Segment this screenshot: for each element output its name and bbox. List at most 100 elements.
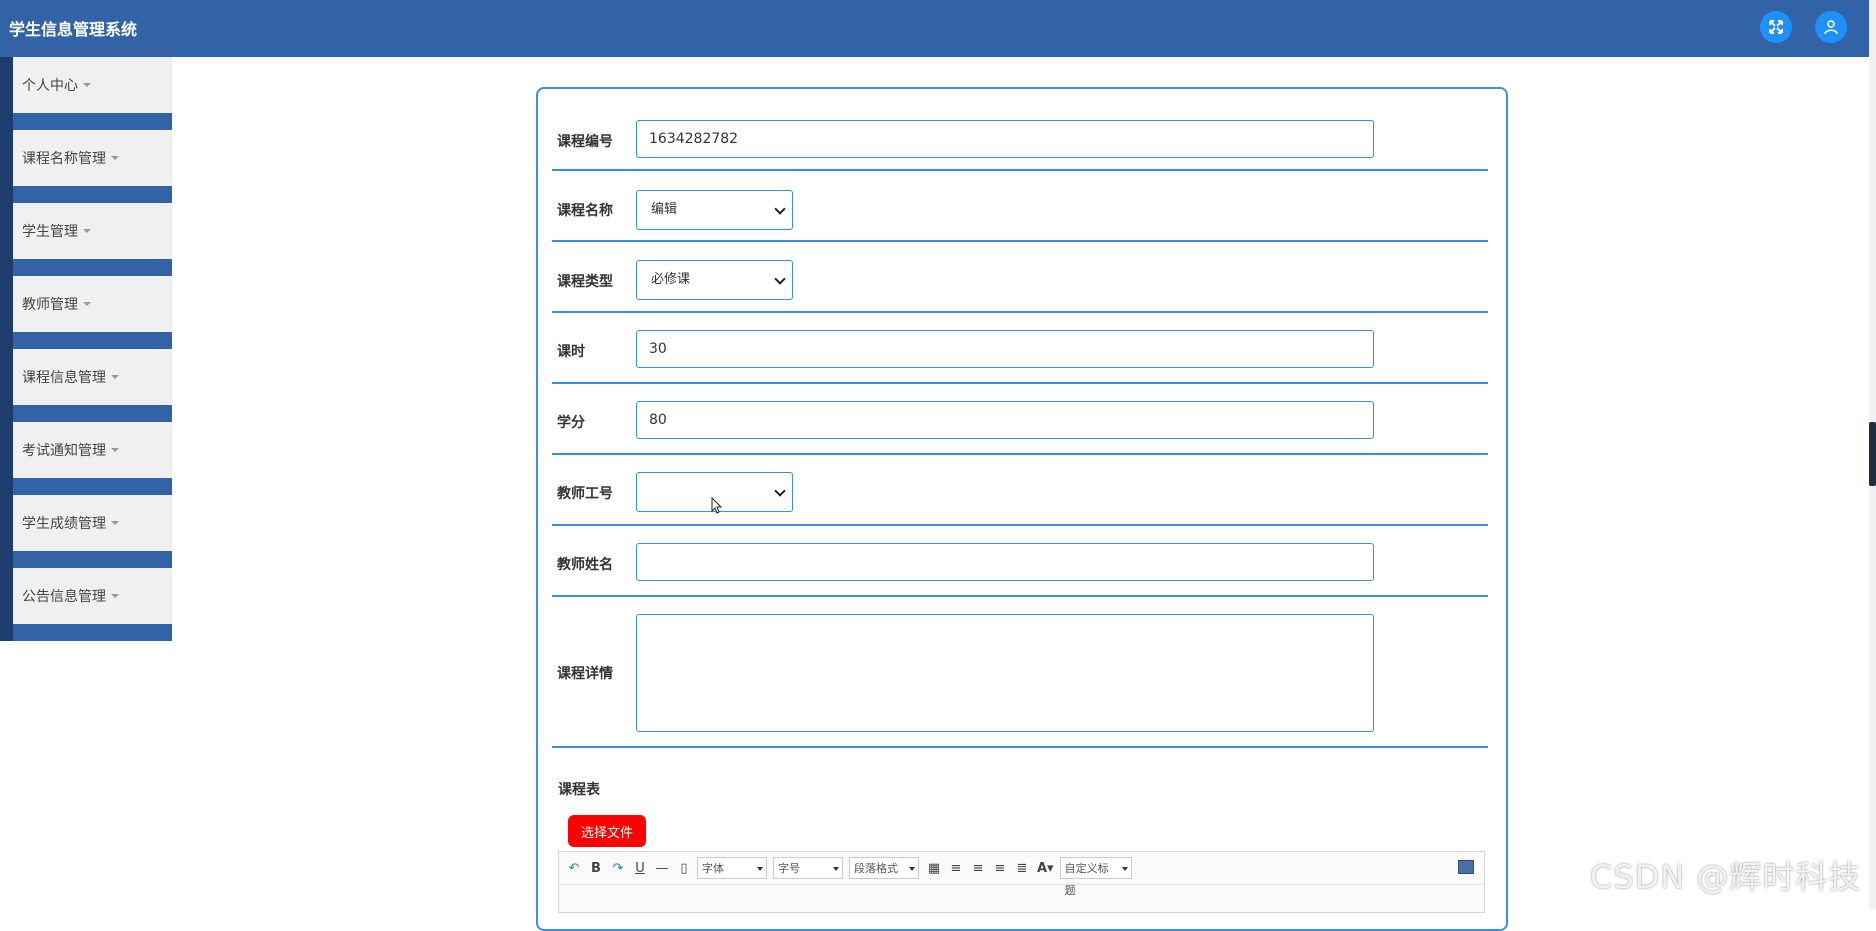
preview-icon[interactable]	[1458, 860, 1474, 874]
hours-label: 课时	[557, 344, 585, 360]
course-no-label: 课程编号	[557, 134, 613, 150]
course-no-input[interactable]: 1634282782	[636, 120, 1374, 158]
scrollbar-thumb[interactable]	[1869, 422, 1876, 486]
hours-input[interactable]: 30	[636, 330, 1374, 368]
sidebar-item-personal-center[interactable]: 个人中心	[0, 57, 172, 130]
form-row-detail: 课程详情	[552, 597, 1488, 748]
sidebar-stripe	[0, 276, 13, 349]
sidebar-item-course-name[interactable]: 课程名称管理	[0, 130, 172, 203]
teacher-no-label: 教师工号	[557, 486, 613, 502]
align-left-icon[interactable]: ≡	[949, 861, 963, 876]
editor-toolbar: ↶ B ↷ U — ▯ 字体 字号 段落格式 ▦ ≡ ≡ ≡ ≣ A▾ 自定义标…	[559, 852, 1484, 897]
font-color-icon[interactable]: A▾	[1037, 861, 1054, 876]
table-icon[interactable]: ▦	[927, 861, 941, 876]
mouse-cursor-icon	[711, 497, 723, 514]
font-select[interactable]: 字体	[697, 857, 767, 879]
sidebar-item-face: 课程信息管理	[13, 349, 172, 405]
sidebar-item-grades[interactable]: 学生成绩管理	[0, 495, 172, 568]
caret-down-icon	[111, 594, 119, 598]
sidebar: 个人中心 课程名称管理 学生管理 教师管理 课程信息管理 考试通知管理 学生成绩…	[0, 57, 172, 641]
caret-down-icon	[83, 83, 91, 87]
sidebar-stripe	[0, 349, 13, 422]
sidebar-item-face: 学生成绩管理	[13, 495, 172, 551]
detail-label: 课程详情	[557, 666, 613, 682]
form-row-course-name: 课程名称 编辑	[552, 171, 1488, 242]
undo-icon[interactable]: ↶	[567, 861, 581, 876]
course-name-selected: 编辑	[651, 202, 678, 217]
sidebar-item-face: 个人中心	[13, 57, 172, 113]
caret-down-icon	[111, 375, 119, 379]
sidebar-stripe	[0, 495, 13, 568]
form-row-teacher-no: 教师工号	[552, 455, 1488, 526]
sidebar-item-course-info[interactable]: 课程信息管理	[0, 349, 172, 422]
sidebar-item-teachers[interactable]: 教师管理	[0, 276, 172, 349]
course-name-select[interactable]: 编辑	[636, 190, 793, 230]
redo-icon[interactable]: ↷	[611, 861, 625, 876]
custom-title-select[interactable]: 自定义标题	[1059, 857, 1132, 897]
course-type-label: 课程类型	[557, 274, 613, 290]
caret-down-icon	[111, 156, 119, 160]
user-icon	[1824, 20, 1838, 35]
sidebar-item-label: 个人中心	[22, 78, 78, 94]
fullscreen-button[interactable]	[1760, 11, 1792, 43]
rich-text-editor[interactable]: ↶ B ↷ U — ▯ 字体 字号 段落格式 ▦ ≡ ≡ ≡ ≣ A▾ 自定义标…	[558, 851, 1485, 913]
align-center-icon[interactable]: ≡	[993, 861, 1007, 876]
sidebar-item-face: 教师管理	[13, 276, 172, 332]
caret-down-icon	[83, 229, 91, 233]
caret-down-icon	[111, 521, 119, 525]
sidebar-stripe	[0, 203, 13, 276]
chevron-down-icon	[774, 273, 786, 285]
watermark: CSDN @辉时科技	[1590, 858, 1862, 896]
course-type-select[interactable]: 必修课	[636, 260, 793, 300]
sidebar-item-exam-notice[interactable]: 考试通知管理	[0, 422, 172, 495]
document-icon[interactable]: ▯	[677, 861, 691, 876]
form-row-course-no: 课程编号 1634282782	[552, 89, 1488, 171]
underline-icon[interactable]: U	[633, 861, 647, 876]
schedule-label: 课程表	[558, 782, 600, 798]
sidebar-stripe	[0, 57, 13, 130]
teacher-name-input[interactable]	[636, 543, 1374, 581]
app-title: 学生信息管理系统	[9, 20, 138, 39]
expand-icon	[1769, 20, 1783, 34]
align-justify-icon[interactable]: ≣	[1015, 861, 1029, 876]
align-right-icon[interactable]: ≡	[971, 861, 985, 876]
sidebar-item-label: 公告信息管理	[22, 589, 106, 605]
chevron-down-icon	[774, 485, 786, 497]
form-row-course-type: 课程类型 必修课	[552, 242, 1488, 313]
size-select[interactable]: 字号	[773, 857, 843, 879]
form-row-teacher-name: 教师姓名	[552, 526, 1488, 597]
credit-label: 学分	[557, 415, 585, 431]
course-edit-form: 课程编号 1634282782 课程名称 编辑 课程类型 必修课 课时 30 学…	[536, 87, 1508, 931]
user-menu-button[interactable]	[1815, 11, 1847, 43]
sidebar-item-face: 公告信息管理	[13, 568, 172, 624]
course-name-label: 课程名称	[557, 203, 613, 219]
paragraph-select[interactable]: 段落格式	[849, 857, 919, 879]
sidebar-stripe	[0, 568, 13, 641]
sidebar-item-face: 课程名称管理	[13, 130, 172, 186]
sidebar-item-students[interactable]: 学生管理	[0, 203, 172, 276]
sidebar-item-label: 学生管理	[22, 224, 78, 240]
sidebar-item-face: 考试通知管理	[13, 422, 172, 478]
chevron-down-icon	[774, 203, 786, 215]
sidebar-item-label: 课程名称管理	[22, 151, 106, 167]
bold-icon[interactable]: B	[589, 861, 603, 876]
caret-down-icon	[83, 302, 91, 306]
sidebar-stripe	[0, 422, 13, 495]
sidebar-item-label: 教师管理	[22, 297, 78, 313]
sidebar-item-label: 学生成绩管理	[22, 516, 106, 532]
choose-file-button[interactable]: 选择文件	[568, 815, 646, 847]
form-row-credit: 学分 80	[552, 384, 1488, 455]
horizontal-rule-icon[interactable]: —	[655, 861, 669, 876]
sidebar-item-face: 学生管理	[13, 203, 172, 259]
page-scrollbar[interactable]	[1869, 0, 1876, 909]
sidebar-item-announcements[interactable]: 公告信息管理	[0, 568, 172, 641]
detail-textarea[interactable]	[636, 614, 1374, 732]
credit-input[interactable]: 80	[636, 401, 1374, 439]
sidebar-item-label: 课程信息管理	[22, 370, 106, 386]
top-navbar: 学生信息管理系统	[0, 0, 1869, 57]
sidebar-stripe	[0, 130, 13, 203]
teacher-name-label: 教师姓名	[557, 557, 613, 573]
caret-down-icon	[111, 448, 119, 452]
sidebar-item-label: 考试通知管理	[22, 443, 106, 459]
course-type-selected: 必修课	[651, 272, 691, 287]
